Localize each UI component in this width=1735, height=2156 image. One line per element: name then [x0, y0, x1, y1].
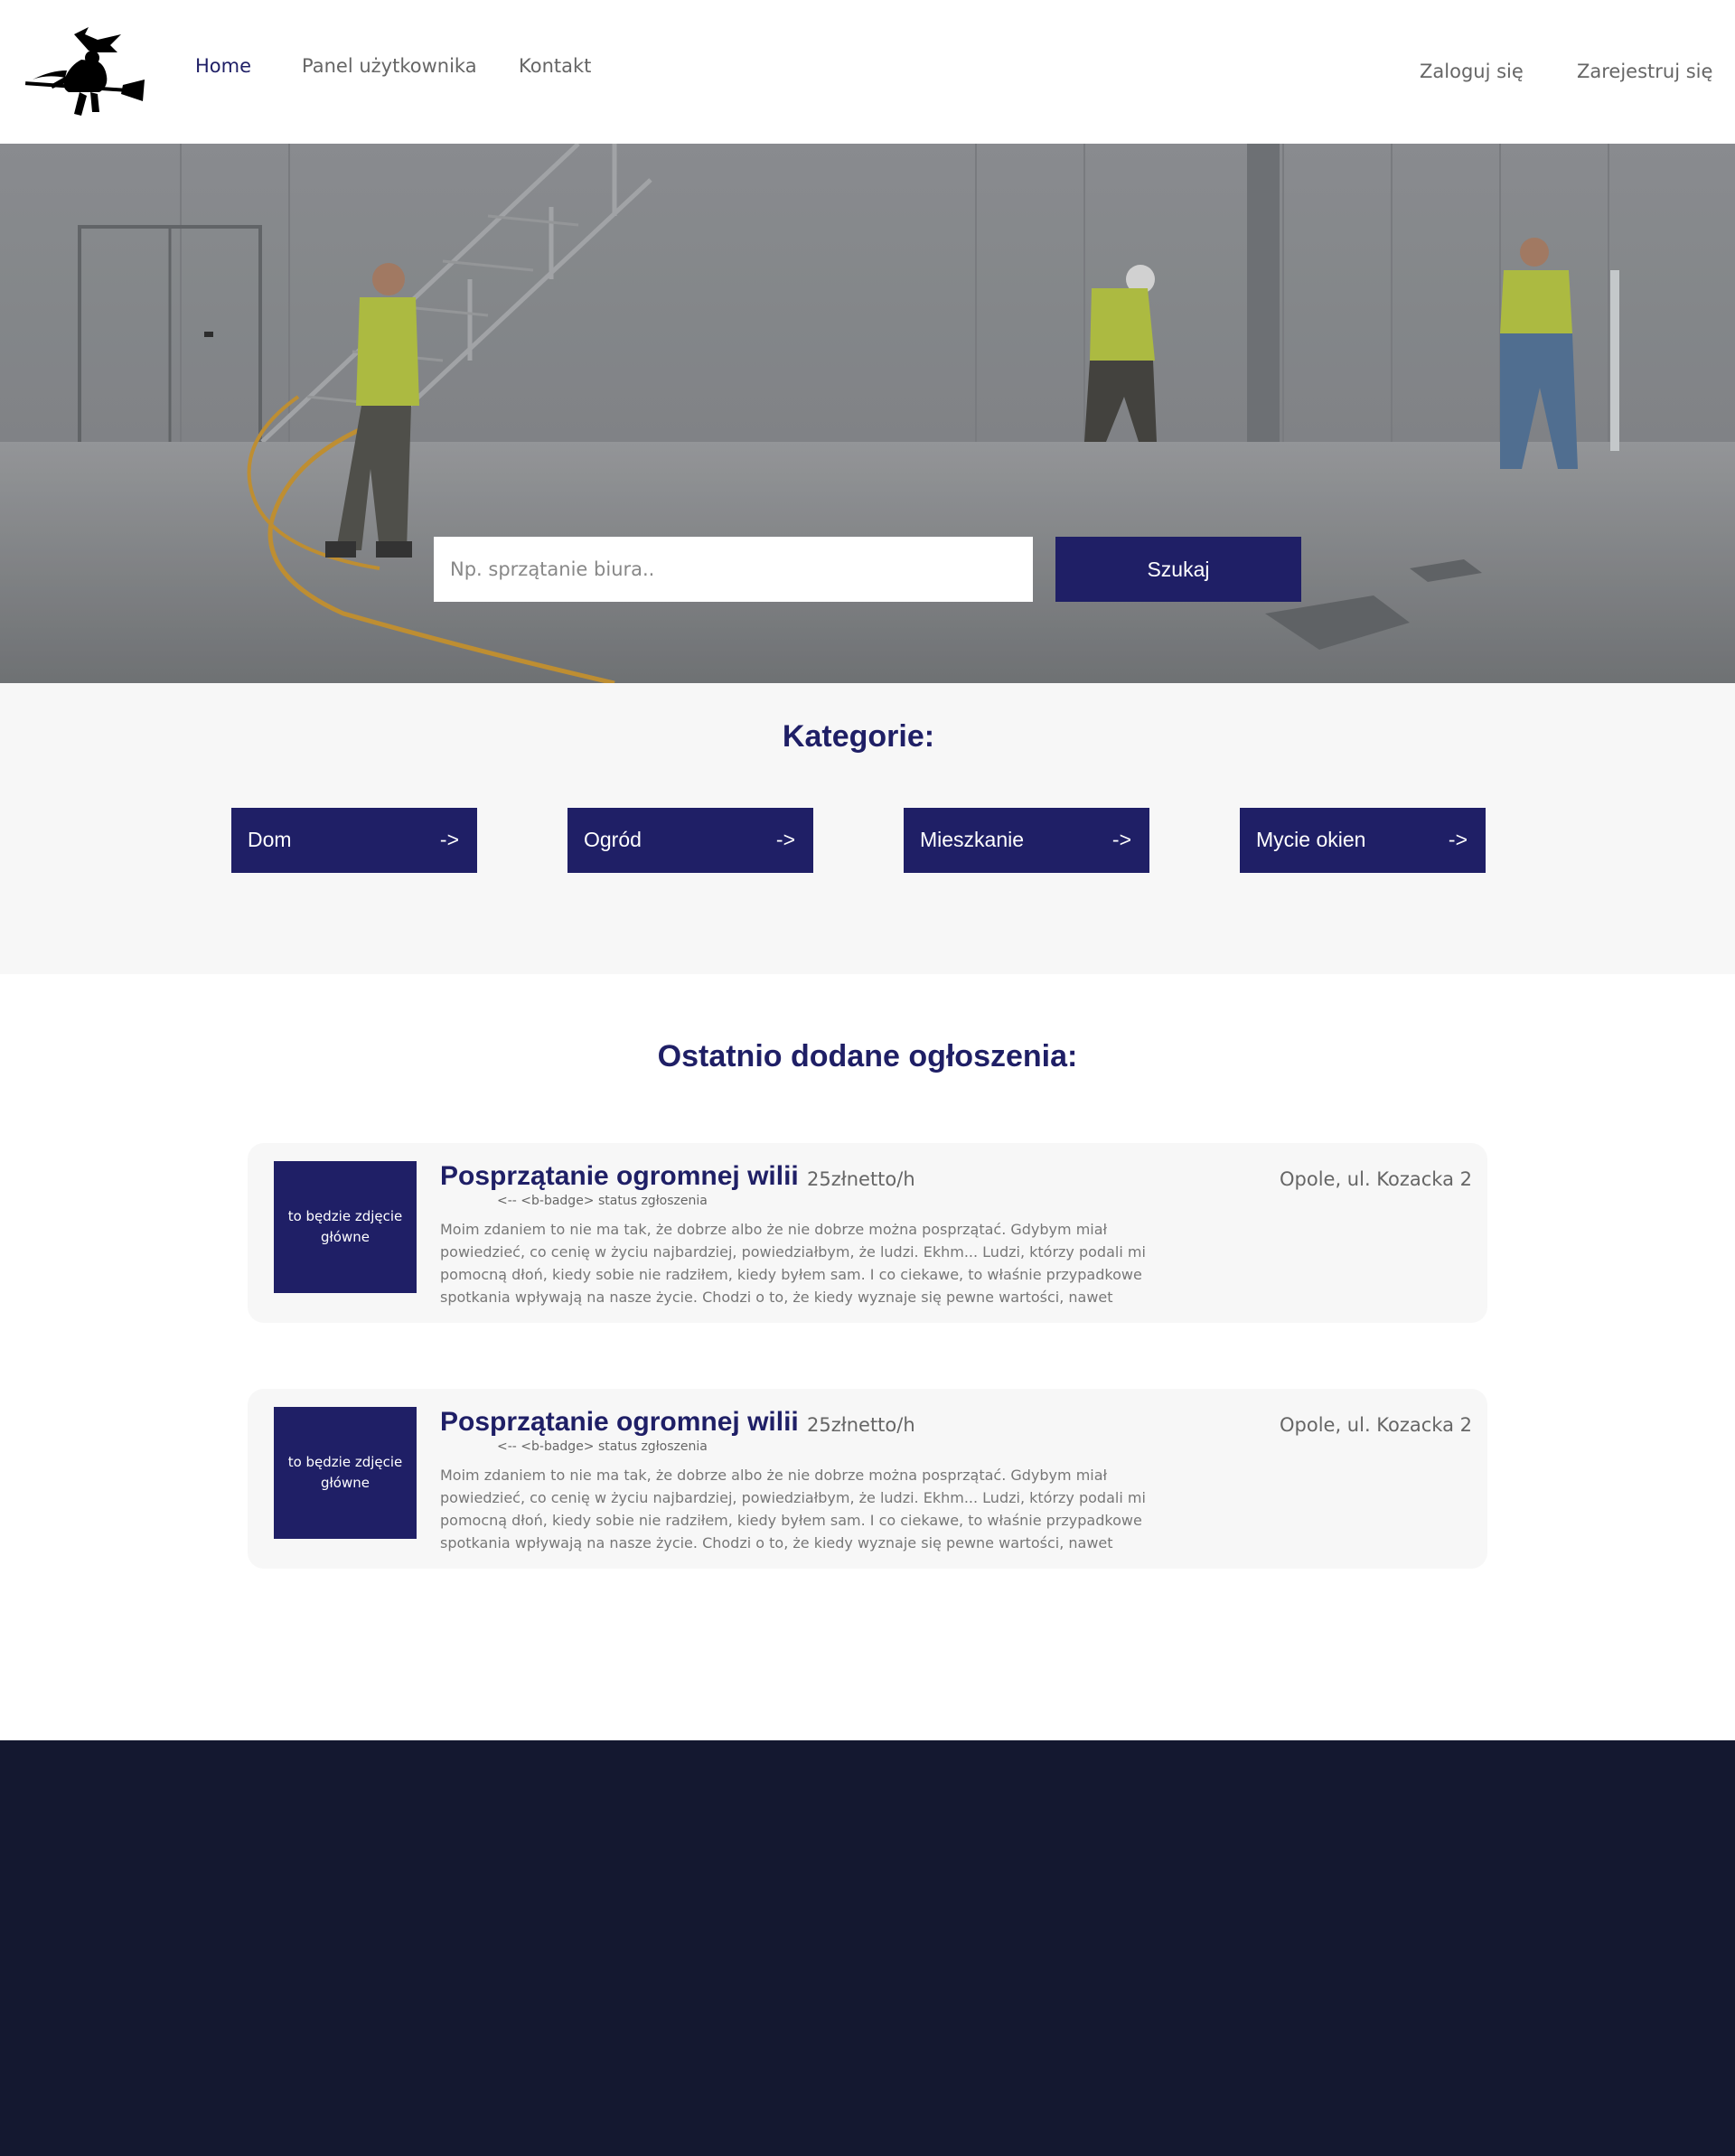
listing-description: Moim zdaniem to nie ma tak, że dobrze al… [440, 1467, 1146, 1551]
listing-description: Moim zdaniem to nie ma tak, że dobrze al… [440, 1221, 1146, 1306]
category-button-ogrod[interactable]: Ogród -> [567, 808, 813, 873]
hero-banner: Szukaj [0, 144, 1735, 683]
category-label: Ogród [584, 828, 642, 851]
search-button[interactable]: Szukaj [1055, 537, 1301, 602]
category-button-mycie-okien[interactable]: Mycie okien -> [1240, 808, 1486, 873]
category-button-mieszkanie[interactable]: Mieszkanie -> [904, 808, 1149, 873]
category-label: Mycie okien [1256, 828, 1366, 851]
listing-main-image: to będzie zdjęcie główne [274, 1161, 417, 1293]
listing-title[interactable]: Posprzątanie ogromnej wilii [440, 1161, 799, 1192]
arrow-right-icon: -> [439, 828, 459, 851]
listing-price: 25złnetto/h [807, 1414, 915, 1436]
listing-title[interactable]: Posprzątanie ogromnej wilii [440, 1407, 799, 1438]
listing-card[interactable]: to będzie zdjęcie główne Posprzątanie og… [248, 1143, 1487, 1323]
listing-card[interactable]: to będzie zdjęcie główne Posprzątanie og… [248, 1389, 1487, 1569]
categories-section: Kategorie: Dom -> Ogród -> Mieszkanie ->… [0, 683, 1735, 974]
arrow-right-icon: -> [775, 828, 795, 851]
listing-location: Opole, ul. Kozacka 2 [1279, 1414, 1472, 1436]
listings-title: Ostatnio dodane ogłoszenia: [657, 1039, 1078, 1073]
listing-location: Opole, ul. Kozacka 2 [1279, 1168, 1472, 1190]
footer [0, 1740, 1735, 2156]
nav-contact-link[interactable]: Kontakt [519, 55, 591, 77]
hero-background-image [0, 144, 1735, 683]
arrow-right-icon: -> [1111, 828, 1131, 851]
listing-main-image: to będzie zdjęcie główne [274, 1407, 417, 1539]
category-label: Dom [248, 828, 292, 851]
categories-title: Kategorie: [782, 719, 935, 754]
search-input[interactable] [434, 537, 1033, 602]
category-button-dom[interactable]: Dom -> [231, 808, 477, 873]
status-badge: <-- <b-badge> status zgłoszenia [497, 1194, 708, 1208]
status-badge: <-- <b-badge> status zgłoszenia [497, 1439, 708, 1454]
category-label: Mieszkanie [920, 828, 1025, 851]
register-link[interactable]: Zarejestruj się [1577, 61, 1712, 82]
nav-user-panel-link[interactable]: Panel użytkownika [302, 55, 477, 77]
witch-logo-icon[interactable] [24, 25, 145, 119]
login-link[interactable]: Zaloguj się [1420, 61, 1524, 82]
nav-home-link[interactable]: Home [195, 55, 251, 77]
arrow-right-icon: -> [1448, 828, 1468, 851]
navbar: Home Panel użytkownika Kontakt Zaloguj s… [0, 0, 1735, 144]
listing-price: 25złnetto/h [807, 1168, 915, 1190]
